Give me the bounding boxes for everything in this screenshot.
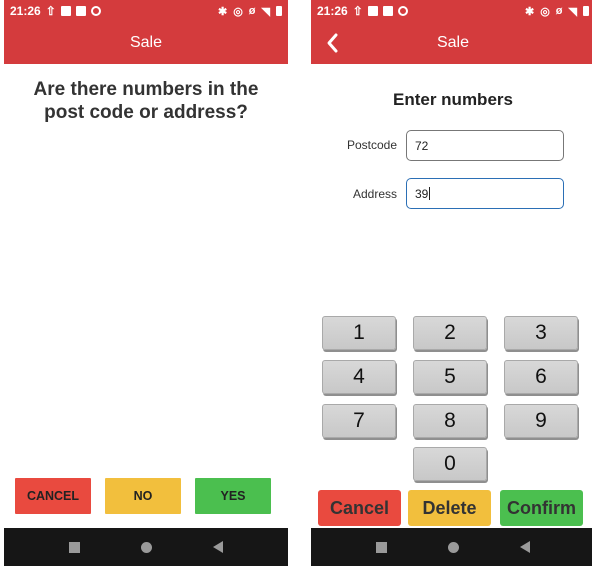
question-text: Are there numbers in the post code or ad…	[33, 79, 259, 123]
postcode-label: Postcode	[346, 138, 397, 152]
question-screen: 21:26 ⇧ ✱ ◎ ø ◥ Sale Are there numbers i…	[4, 0, 288, 566]
no-button[interactable]: NO	[105, 478, 181, 514]
notification-square-icon	[75, 6, 86, 16]
address-label: Address	[352, 187, 397, 201]
mute-icon: ø	[248, 5, 256, 17]
enter-numbers-screen: 21:26 ⇧ ✱ ◎ ø ◥ Sale Enter numbers Postc…	[311, 0, 592, 566]
bluetooth-icon: ✱	[217, 5, 228, 18]
form-heading: Enter numbers	[393, 90, 513, 109]
keypad-key[interactable]: 3	[504, 316, 578, 350]
upload-icon: ⇧	[352, 4, 363, 18]
sync-icon	[90, 6, 101, 16]
wifi-icon: ◥	[261, 5, 270, 18]
app-bar: Sale	[311, 22, 592, 64]
back-triangle-icon[interactable]	[520, 541, 531, 553]
text-caret	[429, 187, 431, 200]
android-navigation-bar	[311, 528, 592, 566]
app-bar: Sale	[4, 22, 288, 64]
status-bar: 21:26 ⇧ ✱ ◎ ø ◥	[311, 0, 592, 22]
delete-button[interactable]: Delete	[408, 490, 491, 526]
back-triangle-icon[interactable]	[213, 541, 224, 553]
status-time: 21:26	[317, 4, 348, 18]
upload-icon: ⇧	[45, 4, 56, 18]
postcode-input[interactable]: 72	[406, 130, 564, 161]
notification-square-icon	[367, 6, 378, 16]
android-navigation-bar	[4, 528, 288, 566]
yes-button[interactable]: YES	[195, 478, 271, 514]
home-icon[interactable]	[140, 541, 152, 553]
page-title: Sale	[436, 34, 470, 51]
recent-apps-icon[interactable]	[375, 541, 387, 553]
location-icon: ◎	[233, 5, 243, 18]
keypad-key[interactable]: 5	[413, 360, 487, 394]
keypad-key[interactable]: 8	[413, 404, 487, 438]
cancel-button[interactable]: CANCEL	[15, 478, 91, 514]
keypad-key[interactable]: 7	[322, 404, 396, 438]
location-icon: ◎	[540, 5, 550, 18]
keypad-key[interactable]: 0	[413, 447, 487, 481]
battery-icon	[583, 6, 589, 16]
keypad-key[interactable]: 1	[322, 316, 396, 350]
address-value: 39	[415, 186, 429, 201]
sync-icon	[397, 6, 408, 16]
page-title: Sale	[129, 34, 163, 51]
wifi-icon: ◥	[568, 5, 577, 18]
keypad-key[interactable]: 6	[504, 360, 578, 394]
cancel-button[interactable]: Cancel	[318, 490, 401, 526]
recent-apps-icon[interactable]	[68, 541, 80, 553]
notification-square-icon	[382, 6, 393, 16]
status-bar: 21:26 ⇧ ✱ ◎ ø ◥	[4, 0, 288, 22]
confirm-button[interactable]: Confirm	[500, 490, 583, 526]
address-input[interactable]: 39	[406, 178, 564, 209]
notification-square-icon	[60, 6, 71, 16]
postcode-value: 72	[415, 138, 429, 153]
status-time: 21:26	[10, 4, 41, 18]
bluetooth-icon: ✱	[524, 5, 535, 18]
keypad-key[interactable]: 4	[322, 360, 396, 394]
mute-icon: ø	[555, 5, 563, 17]
keypad-key[interactable]: 2	[413, 316, 487, 350]
home-icon[interactable]	[447, 541, 459, 553]
keypad-key[interactable]: 9	[504, 404, 578, 438]
battery-icon	[276, 6, 282, 16]
back-arrow-icon[interactable]	[321, 30, 345, 56]
